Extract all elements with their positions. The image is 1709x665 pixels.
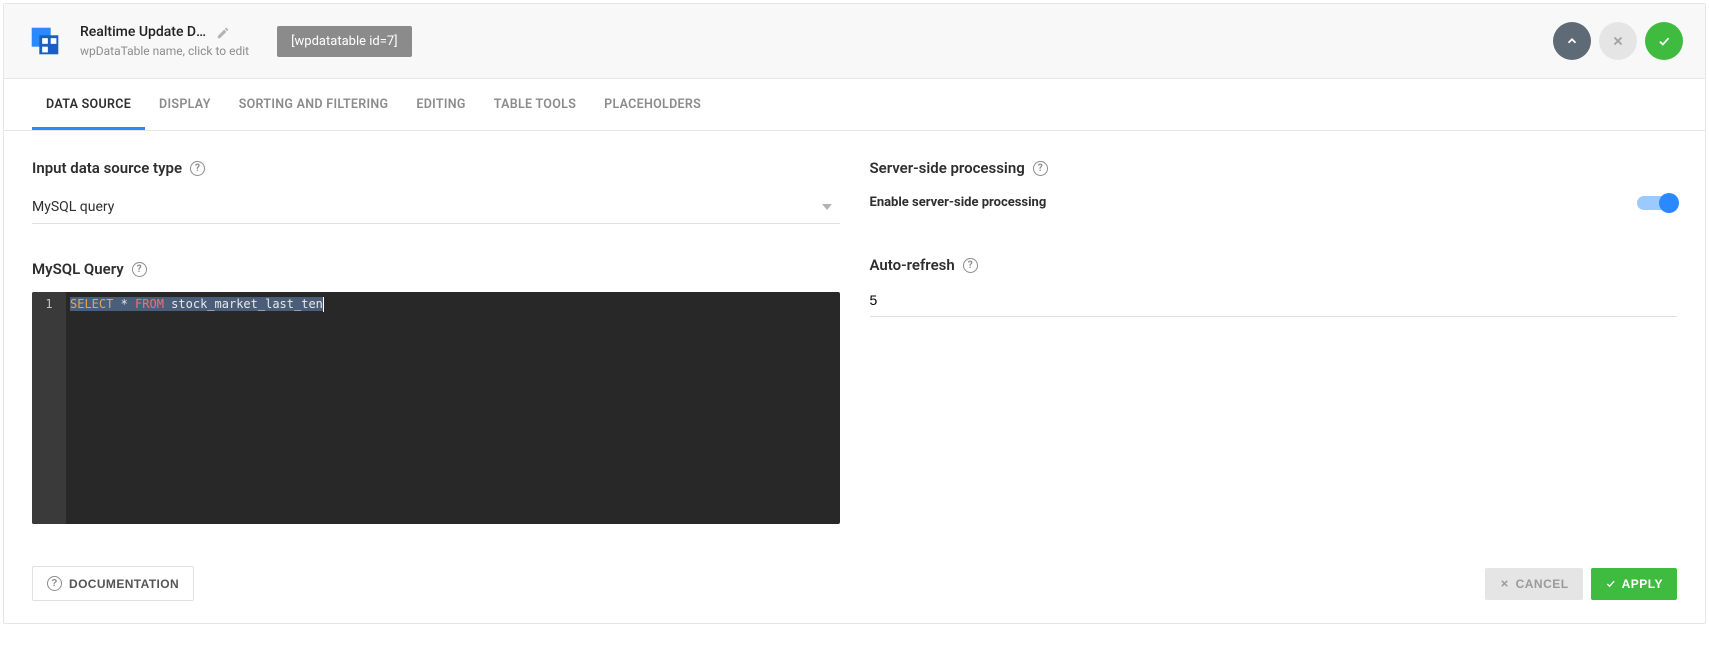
tab-data-source[interactable]: DATA SOURCE: [32, 79, 145, 130]
apply-button[interactable]: APPLY: [1591, 568, 1677, 600]
header-save-button[interactable]: [1645, 22, 1683, 60]
code-area[interactable]: SELECT * FROM stock_market_last_ten: [66, 292, 840, 524]
help-icon[interactable]: ?: [963, 258, 978, 273]
code-line: SELECT * FROM stock_market_last_ten: [70, 296, 836, 313]
header-cancel-button[interactable]: [1599, 22, 1637, 60]
tab-table-tools[interactable]: TABLE TOOLS: [480, 79, 590, 130]
server-side-label: Server-side processing ?: [870, 159, 1678, 177]
right-column: Server-side processing ? Enable server-s…: [870, 159, 1678, 524]
cancel-label: CANCEL: [1516, 577, 1569, 591]
chevron-down-icon: [822, 204, 832, 210]
help-icon[interactable]: ?: [132, 262, 147, 277]
server-side-text: Server-side processing: [870, 159, 1025, 177]
auto-refresh-label: Auto-refresh ?: [870, 256, 1678, 274]
documentation-button[interactable]: ? DOCUMENTATION: [32, 566, 194, 601]
help-icon[interactable]: ?: [1033, 161, 1048, 176]
auto-refresh-input[interactable]: [870, 282, 1678, 317]
tab-display[interactable]: DISPLAY: [145, 79, 225, 130]
panel-header: Realtime Update Demo wpDataTable name, c…: [4, 4, 1705, 79]
shortcode-badge: [wpdatatable id=7]: [277, 26, 412, 57]
documentation-label: DOCUMENTATION: [69, 577, 179, 591]
help-icon: ?: [47, 576, 62, 591]
select-value: MySQL query: [32, 199, 114, 215]
help-icon[interactable]: ?: [190, 161, 205, 176]
table-name-hint: wpDataTable name, click to edit: [80, 44, 249, 58]
line-number: 1: [32, 296, 66, 313]
apply-label: APPLY: [1622, 577, 1663, 591]
left-column: Input data source type ? MySQL query MyS…: [32, 159, 840, 524]
collapse-button[interactable]: [1553, 22, 1591, 60]
footer-actions: CANCEL APPLY: [1485, 568, 1677, 600]
auto-refresh-text: Auto-refresh: [870, 256, 955, 274]
data-source-type-text: Input data source type: [32, 159, 182, 177]
edit-name-icon[interactable]: [216, 25, 230, 39]
tab-editing[interactable]: EDITING: [402, 79, 479, 130]
settings-panel: Realtime Update Demo wpDataTable name, c…: [3, 3, 1706, 624]
cursor-icon: [323, 297, 324, 312]
server-side-toggle-row: Enable server-side processing: [870, 195, 1678, 210]
tab-sorting-filtering[interactable]: SORTING AND FILTERING: [225, 79, 403, 130]
editor-gutter: 1: [32, 292, 66, 524]
title-area: Realtime Update Demo wpDataTable name, c…: [80, 24, 249, 58]
tab-placeholders[interactable]: PLACEHOLDERS: [590, 79, 715, 130]
data-source-type-select[interactable]: MySQL query: [32, 189, 840, 224]
server-side-toggle[interactable]: [1637, 196, 1677, 210]
panel-footer: ? DOCUMENTATION CANCEL APPLY: [4, 552, 1705, 623]
table-name-input[interactable]: Realtime Update Demo: [80, 24, 210, 40]
app-logo-icon: [26, 22, 64, 60]
cancel-button[interactable]: CANCEL: [1485, 568, 1583, 600]
sql-editor[interactable]: 1 SELECT * FROM stock_market_last_ten: [32, 292, 840, 524]
data-source-type-label: Input data source type ?: [32, 159, 840, 177]
toggle-knob-icon: [1659, 193, 1679, 213]
mysql-query-text: MySQL Query: [32, 260, 124, 278]
tabs-nav: DATA SOURCE DISPLAY SORTING AND FILTERIN…: [4, 79, 1705, 131]
header-actions: [1553, 22, 1683, 60]
mysql-query-label: MySQL Query ?: [32, 260, 840, 278]
server-side-toggle-label: Enable server-side processing: [870, 195, 1047, 210]
content-area: Input data source type ? MySQL query MyS…: [4, 131, 1705, 552]
